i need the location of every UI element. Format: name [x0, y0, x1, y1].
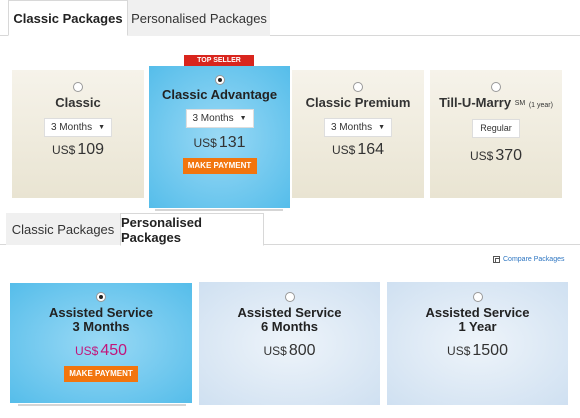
package-name: Till-U-Marry SM (1 year) — [439, 95, 553, 110]
tab-classic-packages[interactable]: Classic Packages — [8, 0, 128, 36]
card-shadow — [18, 404, 186, 406]
package-card-till-u-marry[interactable]: Till-U-Marry SM (1 year) Regular US$ 370 — [430, 70, 562, 198]
package-name: Assisted Service 1 Year — [425, 305, 530, 334]
radio-classic[interactable] — [73, 82, 83, 92]
bottom-tab-bar: Classic Packages Personalised Packages — [0, 213, 580, 246]
package-price: US$ 131 — [193, 134, 246, 151]
make-payment-button[interactable]: MAKE PAYMENT — [182, 158, 257, 174]
make-payment-button[interactable]: MAKE PAYMENT — [64, 366, 138, 382]
package-card-assisted-6-months[interactable]: Assisted Service 6 Months US$ 800 — [199, 282, 380, 405]
duration-dropdown[interactable]: 3 Months ▼ — [43, 118, 113, 137]
radio-assisted-3-months[interactable] — [96, 292, 106, 302]
duration-dropdown[interactable]: 3 Months ▼ — [323, 118, 393, 137]
package-name: Assisted Service 3 Months — [48, 305, 154, 334]
radio-assisted-6-months[interactable] — [284, 292, 295, 302]
radio-till-u-marry[interactable] — [491, 82, 501, 92]
package-name: Classic — [55, 95, 101, 110]
package-card-classic-premium[interactable]: Classic Premium 3 Months ▼ US$ 164 — [292, 70, 424, 198]
duration-dropdown[interactable]: 3 Months ▼ — [185, 109, 254, 128]
top-seller-badge: TOP SELLER — [184, 55, 254, 66]
regular-option[interactable]: Regular — [472, 119, 520, 138]
radio-classic-premium[interactable] — [353, 82, 363, 92]
package-price: US$ 800 — [263, 342, 316, 359]
package-card-classic[interactable]: Classic 3 Months ▼ US$ 109 — [12, 70, 144, 198]
compare-icon — [493, 256, 500, 263]
package-card-classic-advantage[interactable]: Classic Advantage 3 Months ▼ US$ 131 MAKE … — [149, 66, 290, 208]
caret-down-icon: ▼ — [378, 124, 386, 131]
package-price: US$ 109 — [51, 141, 105, 158]
package-price: US$ 450 — [74, 342, 128, 359]
package-name: Assisted Service 6 Months — [237, 305, 342, 334]
package-price: US$ 1500 — [447, 342, 508, 359]
package-name: Classic Advantage — [161, 87, 278, 102]
package-price: US$ 370 — [469, 147, 523, 164]
package-price: US$ 164 — [331, 141, 385, 158]
package-card-assisted-1-year[interactable]: Assisted Service 1 Year US$ 1500 — [387, 282, 568, 405]
caret-down-icon: ▼ — [98, 124, 106, 131]
caret-down-icon: ▼ — [239, 115, 247, 122]
radio-assisted-1-year[interactable] — [472, 292, 483, 302]
package-card-assisted-3-months[interactable]: Assisted Service 3 Months US$ 450 MAKE PA… — [10, 283, 192, 403]
compare-packages-link[interactable]: Compare Packages — [493, 256, 564, 263]
top-tab-bar: Classic Packages Personalised Packages — [0, 0, 580, 36]
tab-classic-packages[interactable]: Classic Packages — [6, 213, 120, 245]
card-shadow — [155, 209, 283, 211]
tab-personalised-packages[interactable]: Personalised Packages — [128, 0, 270, 36]
tab-personalised-packages[interactable]: Personalised Packages — [120, 213, 264, 246]
package-name: Classic Premium — [305, 95, 411, 110]
radio-classic-advantage[interactable] — [214, 75, 225, 85]
